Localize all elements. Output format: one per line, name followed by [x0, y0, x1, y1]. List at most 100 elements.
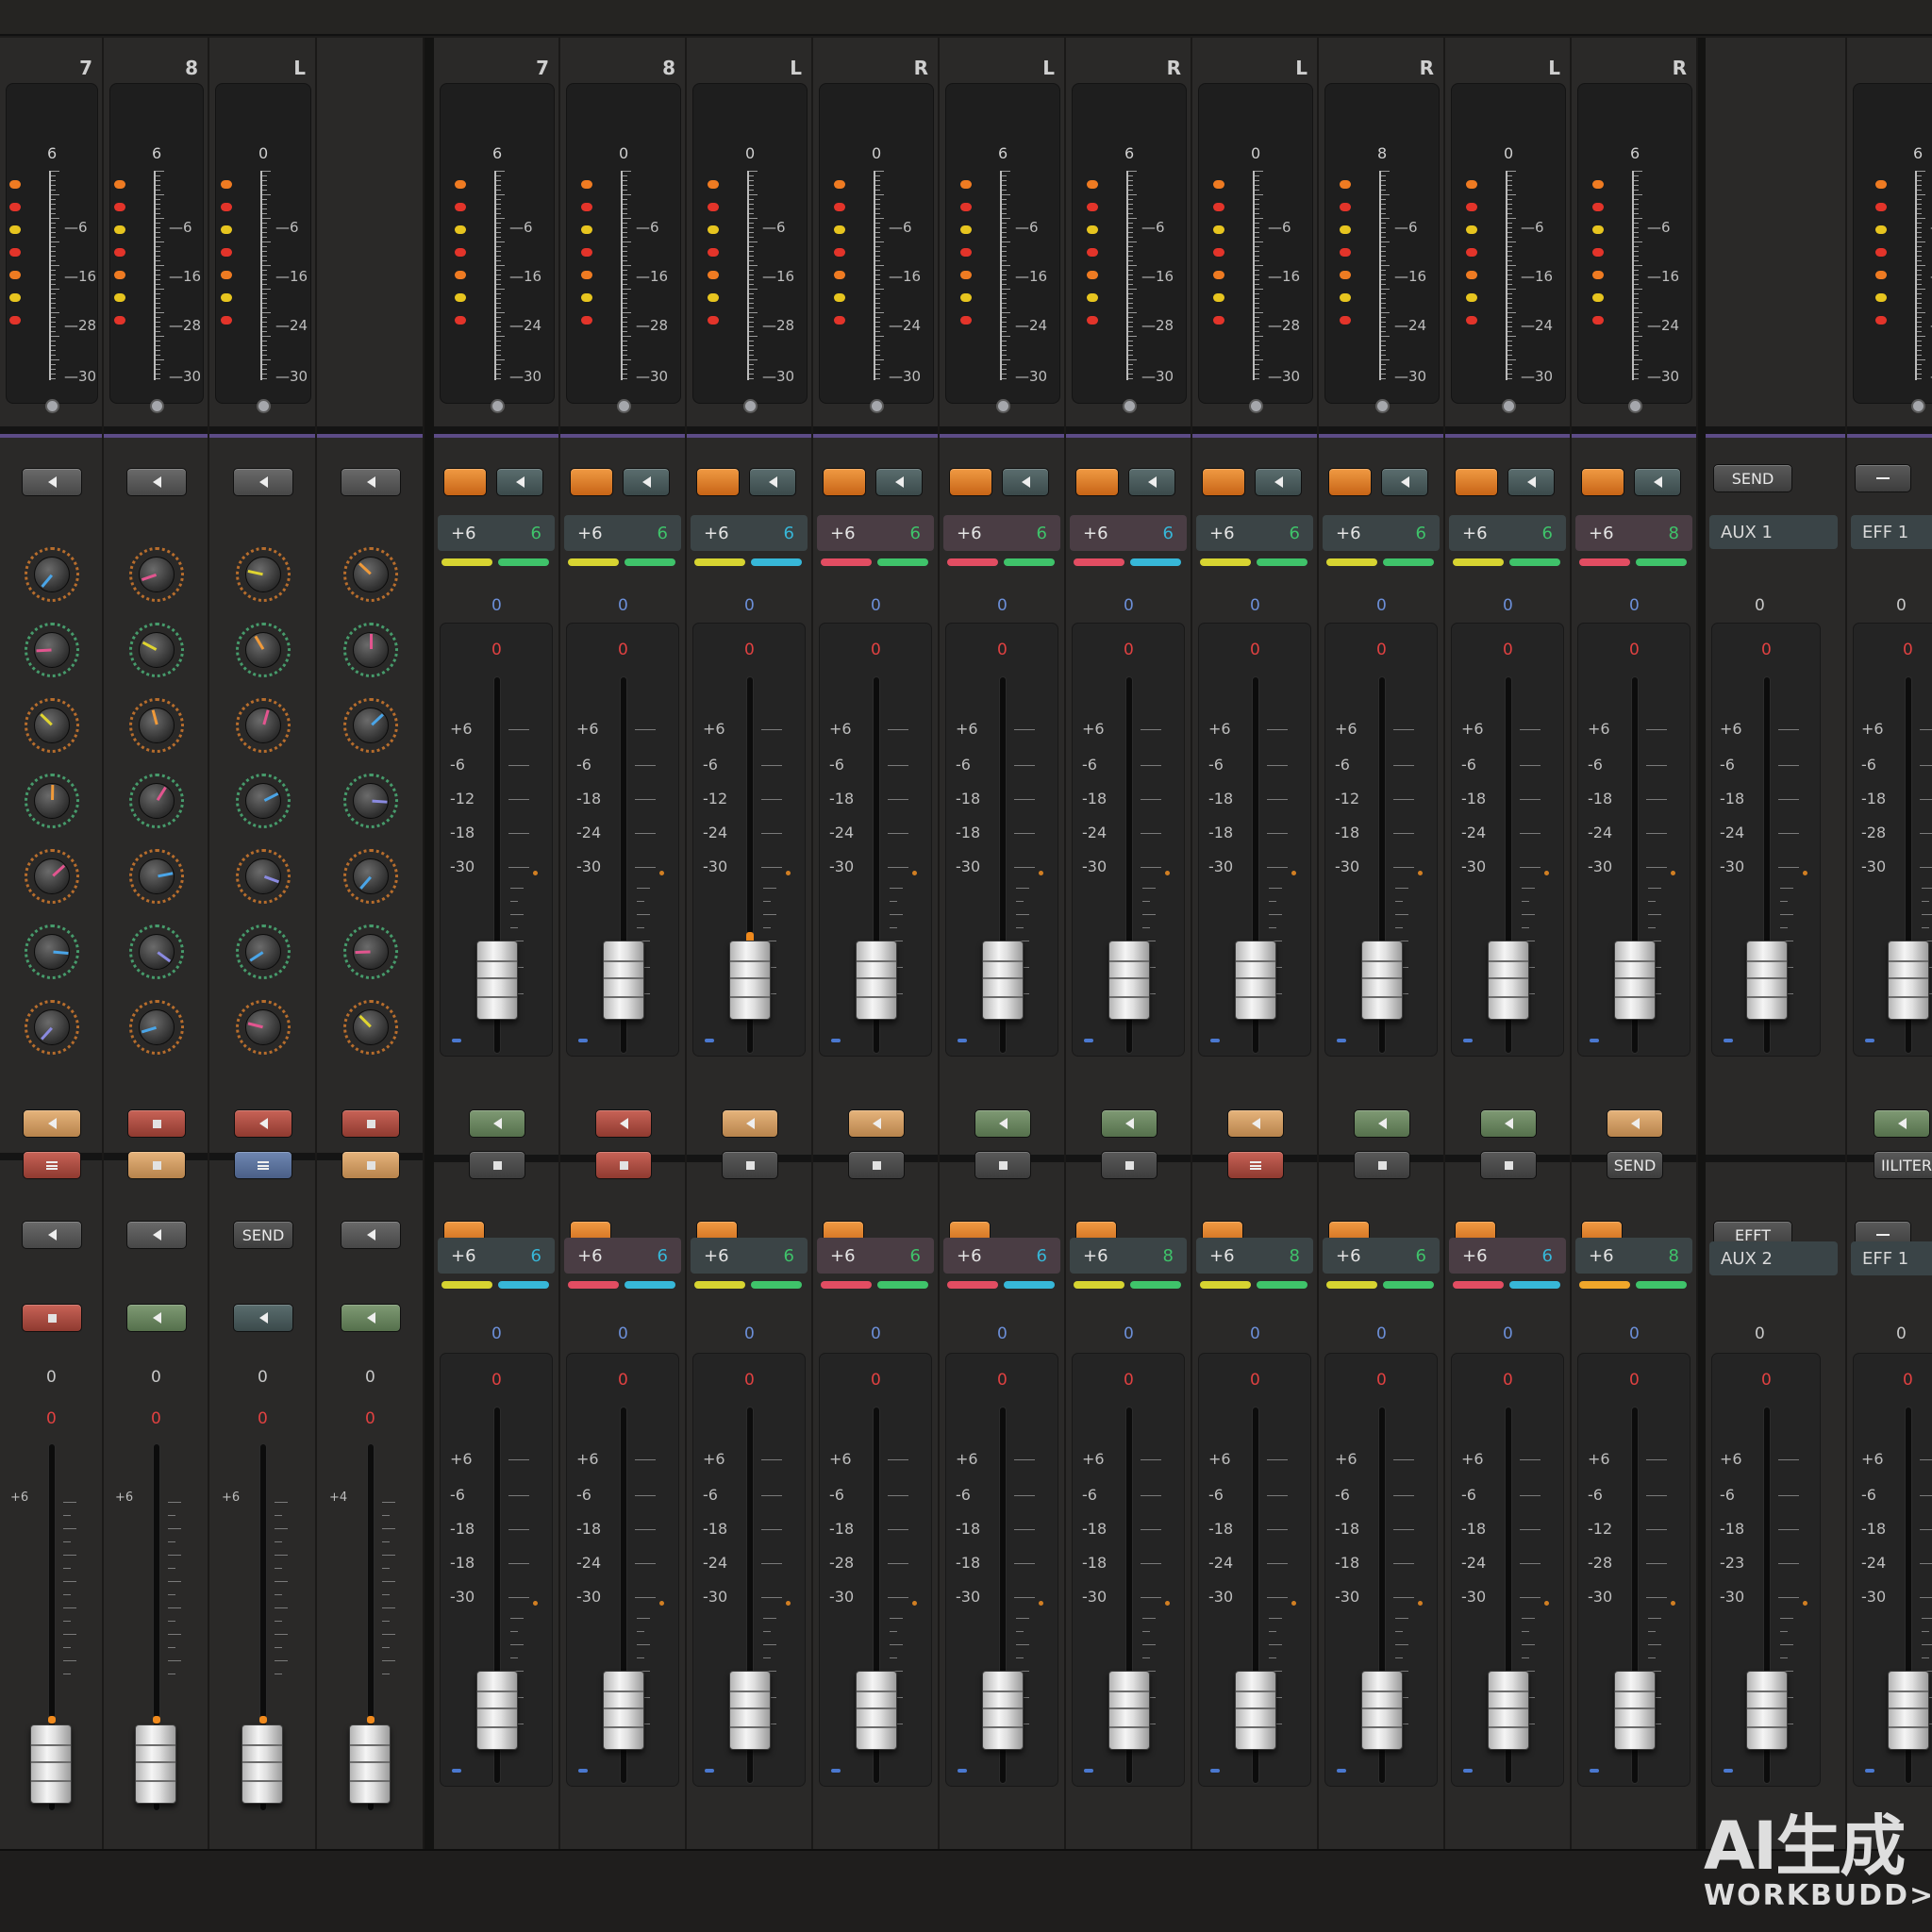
- fader-cap[interactable]: [982, 1671, 1024, 1750]
- fader-cap[interactable]: [476, 1671, 518, 1750]
- eq-knob[interactable]: [129, 849, 184, 904]
- select-button[interactable]: [1002, 468, 1049, 496]
- mute-button[interactable]: [1607, 1109, 1663, 1138]
- meter-peak-dot[interactable]: [617, 399, 631, 413]
- solo-button[interactable]: [341, 1151, 400, 1179]
- eq-knob[interactable]: [343, 849, 398, 904]
- meter-peak-dot[interactable]: [257, 399, 271, 413]
- record-arm-button[interactable]: [696, 468, 740, 496]
- select-button[interactable]: [1381, 468, 1428, 496]
- mute-button[interactable]: [1874, 1109, 1930, 1138]
- record-arm-button[interactable]: [1455, 468, 1498, 496]
- eq-knob[interactable]: [129, 698, 184, 753]
- solo-button[interactable]: [1227, 1151, 1284, 1179]
- fader-cap[interactable]: [1614, 941, 1656, 1020]
- select-button[interactable]: [875, 468, 923, 496]
- fader-cap[interactable]: [982, 941, 1024, 1020]
- solo-button[interactable]: SEND: [1607, 1151, 1663, 1179]
- fader-cap[interactable]: [729, 941, 771, 1020]
- eq-knob[interactable]: [236, 698, 291, 753]
- solo-button[interactable]: [848, 1151, 905, 1179]
- mute-button[interactable]: [1101, 1109, 1158, 1138]
- assign-button[interactable]: [126, 1304, 187, 1332]
- record-arm-button[interactable]: [1328, 468, 1372, 496]
- eq-knob[interactable]: [343, 1000, 398, 1055]
- fader-cap[interactable]: [1888, 941, 1929, 1020]
- record-arm-button[interactable]: [1581, 468, 1624, 496]
- eq-knob[interactable]: [343, 698, 398, 753]
- eq-knob[interactable]: [25, 849, 79, 904]
- select-button[interactable]: [1255, 468, 1302, 496]
- assign-button[interactable]: [22, 1304, 82, 1332]
- fader-cap[interactable]: [135, 1724, 176, 1804]
- fader-cap[interactable]: [603, 941, 644, 1020]
- solo-button[interactable]: [595, 1151, 652, 1179]
- send-button[interactable]: SEND: [1713, 464, 1792, 492]
- select-button[interactable]: [496, 468, 543, 496]
- eq-knob[interactable]: [25, 698, 79, 753]
- bus-select-button[interactable]: SEND: [233, 1221, 293, 1249]
- fader-cap[interactable]: [856, 941, 897, 1020]
- meter-peak-dot[interactable]: [1502, 399, 1516, 413]
- mute-button[interactable]: [1480, 1109, 1537, 1138]
- fader-cap[interactable]: [1888, 1671, 1929, 1750]
- eq-knob[interactable]: [236, 623, 291, 677]
- solo-button[interactable]: [974, 1151, 1031, 1179]
- fader-cap[interactable]: [729, 1671, 771, 1750]
- fader-cap[interactable]: [1235, 1671, 1276, 1750]
- solo-button[interactable]: [23, 1151, 81, 1179]
- eq-knob[interactable]: [236, 849, 291, 904]
- fader-cap[interactable]: [856, 1671, 897, 1750]
- eq-knob[interactable]: [129, 1000, 184, 1055]
- mute-button[interactable]: [595, 1109, 652, 1138]
- solo-button[interactable]: [469, 1151, 525, 1179]
- fader-cap[interactable]: [1488, 941, 1529, 1020]
- select-button[interactable]: [22, 468, 82, 496]
- meter-peak-dot[interactable]: [1911, 399, 1925, 413]
- record-arm-button[interactable]: [443, 468, 487, 496]
- bus-select-button[interactable]: [341, 1221, 401, 1249]
- fader-cap[interactable]: [1746, 941, 1788, 1020]
- fader-cap[interactable]: [1614, 1671, 1656, 1750]
- meter-peak-dot[interactable]: [870, 399, 884, 413]
- mute-button[interactable]: [722, 1109, 778, 1138]
- mute-button[interactable]: [234, 1109, 292, 1138]
- eq-knob[interactable]: [236, 774, 291, 828]
- fader-cap[interactable]: [1361, 1671, 1403, 1750]
- meter-peak-dot[interactable]: [1123, 399, 1137, 413]
- eq-knob[interactable]: [25, 1000, 79, 1055]
- eq-knob[interactable]: [343, 547, 398, 602]
- eq-knob[interactable]: [129, 774, 184, 828]
- solo-button[interactable]: [127, 1151, 186, 1179]
- fader-cap[interactable]: [603, 1671, 644, 1750]
- solo-button[interactable]: [1354, 1151, 1410, 1179]
- record-arm-button[interactable]: [1075, 468, 1119, 496]
- fader-cap[interactable]: [349, 1724, 391, 1804]
- eq-knob[interactable]: [129, 924, 184, 979]
- fader-cap[interactable]: [1488, 1671, 1529, 1750]
- select-button[interactable]: [341, 468, 401, 496]
- meter-peak-dot[interactable]: [150, 399, 164, 413]
- collapse-button[interactable]: [1855, 464, 1911, 492]
- record-arm-button[interactable]: [949, 468, 992, 496]
- bus-select-button[interactable]: [22, 1221, 82, 1249]
- meter-peak-dot[interactable]: [1628, 399, 1642, 413]
- meter-peak-dot[interactable]: [1375, 399, 1390, 413]
- fader-cap[interactable]: [1746, 1671, 1788, 1750]
- eq-knob[interactable]: [25, 547, 79, 602]
- mute-button[interactable]: [341, 1109, 400, 1138]
- mute-button[interactable]: [469, 1109, 525, 1138]
- meter-peak-dot[interactable]: [491, 399, 505, 413]
- eq-knob[interactable]: [343, 623, 398, 677]
- eq-knob[interactable]: [129, 623, 184, 677]
- mute-button[interactable]: [974, 1109, 1031, 1138]
- mute-button[interactable]: [1227, 1109, 1284, 1138]
- fader-cap[interactable]: [1235, 941, 1276, 1020]
- meter-peak-dot[interactable]: [1249, 399, 1263, 413]
- eq-knob[interactable]: [343, 774, 398, 828]
- fader-cap[interactable]: [30, 1724, 72, 1804]
- select-button[interactable]: [1128, 468, 1175, 496]
- solo-button[interactable]: [1101, 1151, 1158, 1179]
- eq-knob[interactable]: [236, 924, 291, 979]
- eq-knob[interactable]: [236, 547, 291, 602]
